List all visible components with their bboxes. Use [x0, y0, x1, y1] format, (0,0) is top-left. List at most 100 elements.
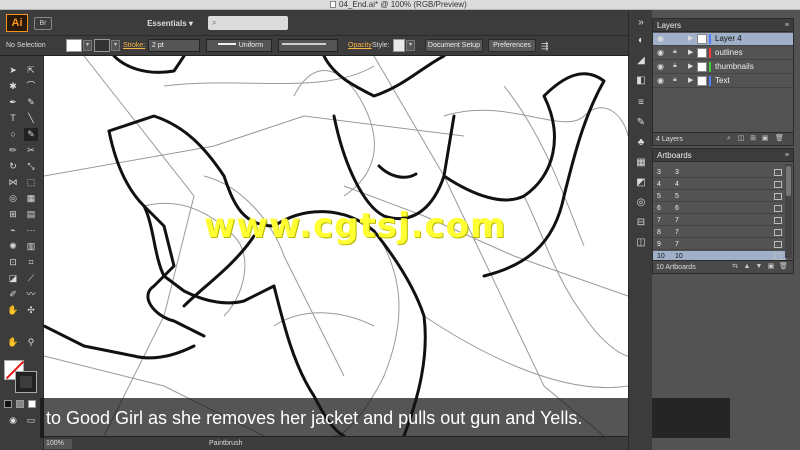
transparency-panel-icon[interactable]: ◧	[634, 74, 648, 87]
move-up-icon[interactable]: ▲	[743, 263, 751, 271]
artboard-options-icon[interactable]	[774, 217, 782, 224]
selection-tool-icon[interactable]: ➤	[6, 64, 20, 77]
expand-triangle-icon[interactable]: ▶	[688, 48, 693, 56]
artboard-row[interactable]: 55	[653, 191, 786, 202]
swatches-panel-icon[interactable]: ▦	[634, 156, 648, 169]
layer-row[interactable]: ◉ 🔒︎ ▶ Text	[653, 75, 793, 88]
new-layer-icon[interactable]: ▣	[761, 135, 769, 143]
expand-triangle-icon[interactable]: ▶	[688, 76, 693, 84]
column-graph-tool-icon[interactable]: ▥	[24, 240, 38, 253]
fill-dropdown[interactable]: ▾	[83, 40, 92, 51]
layer-row[interactable]: ◉ 🔒︎ ▶ thumbnails	[653, 61, 793, 74]
zoom-field[interactable]: 100%	[44, 439, 72, 449]
type-tool-icon[interactable]: T	[6, 112, 20, 125]
gradient-tool-icon[interactable]: ▤	[24, 208, 38, 221]
line-segment-tool-icon[interactable]: ╲	[24, 112, 38, 125]
panel-menu-icon[interactable]: ≡	[785, 21, 789, 30]
locate-object-icon[interactable]: ⌕	[725, 135, 733, 143]
bridge-button[interactable]: Br	[34, 17, 52, 30]
move-down-icon[interactable]: ▼	[755, 263, 763, 271]
artboards-scrollbar[interactable]	[785, 164, 792, 258]
zoom-tool-icon[interactable]: ⚲	[24, 336, 38, 349]
panel-collapse-icon[interactable]: »	[634, 16, 648, 29]
stroke-swatch[interactable]	[94, 39, 110, 52]
shape-builder-tool-icon[interactable]: ◎	[6, 192, 20, 205]
stroke-label[interactable]: Stroke:	[123, 41, 145, 51]
new-artboard-icon[interactable]: ▣	[767, 263, 775, 271]
direct-selection-tool-icon[interactable]: ⇱	[24, 64, 38, 77]
blob-brush-tool-icon[interactable]: ✐	[6, 288, 20, 301]
artboard-row[interactable]: 33	[653, 167, 786, 178]
paintbrush-tool-icon[interactable]: ✎	[24, 128, 38, 141]
none-mode-icon[interactable]	[28, 400, 36, 408]
gradient-mode-icon[interactable]	[16, 400, 24, 408]
lasso-tool-icon[interactable]: ⌒	[24, 80, 38, 93]
artboard-row[interactable]: 44	[653, 179, 786, 190]
new-sublayer-icon[interactable]: ⊞	[749, 135, 757, 143]
stroke-panel-icon[interactable]: ≡	[634, 96, 648, 109]
artboard-row[interactable]: 97	[653, 239, 786, 250]
knife-tool-icon[interactable]: ⟋	[24, 272, 38, 285]
artboard-row[interactable]: 66	[653, 203, 786, 214]
ellipse-tool-icon[interactable]: ○	[6, 128, 20, 141]
appearance-panel-icon[interactable]: ◎	[634, 196, 648, 209]
artboard-tool-icon[interactable]: ⊡	[6, 256, 20, 269]
stroke-color-icon[interactable]	[15, 371, 37, 393]
artboard-options-icon[interactable]	[774, 229, 782, 236]
symbol-sprayer-tool-icon[interactable]: ✺	[6, 240, 20, 253]
color-mode-icon[interactable]	[4, 400, 12, 408]
opacity-label[interactable]: Opacity	[348, 41, 372, 51]
layer-row[interactable]: ◉ 🔒︎ ▶ outlines	[653, 47, 793, 60]
screen-mode-icon[interactable]: ▭	[24, 414, 38, 427]
artboard-options-icon[interactable]	[774, 169, 782, 176]
smooth-tool-icon[interactable]: 〰	[24, 288, 38, 301]
gradient-panel-icon[interactable]: ◢	[634, 54, 648, 67]
expand-triangle-icon[interactable]: ▶	[688, 34, 693, 42]
workspace-switcher[interactable]: Essentials ▾	[135, 17, 205, 30]
hand-tool-icon[interactable]: ✋	[6, 336, 20, 349]
artboard-row[interactable]: 87	[653, 227, 786, 238]
artboards-panel-tab[interactable]: Artboards ≡	[653, 149, 793, 162]
artboard-options-icon[interactable]	[774, 193, 782, 200]
delete-layer-icon[interactable]: 🗑︎	[775, 135, 784, 143]
brushes-panel-icon[interactable]: ✎	[634, 116, 648, 129]
free-transform-tool-icon[interactable]: ⬚	[24, 176, 38, 189]
panel-menu-icon[interactable]: ≡	[785, 151, 789, 160]
blend-tool-icon[interactable]: ⋯	[24, 224, 38, 237]
scale-tool-icon[interactable]: ⤡	[24, 160, 38, 173]
brush-definition[interactable]	[278, 39, 338, 52]
width-tool-icon[interactable]: ⋈	[6, 176, 20, 189]
document-setup-button[interactable]: Document Setup	[425, 39, 483, 52]
graphic-style-swatch[interactable]	[393, 39, 405, 52]
artboard-options-icon[interactable]	[774, 205, 782, 212]
rearrange-artboards-icon[interactable]: ⇆	[731, 263, 739, 271]
fill-swatch[interactable]	[66, 39, 82, 52]
stroke-dropdown[interactable]: ▾	[111, 40, 120, 51]
puppet-warp-tool-icon[interactable]: ✋	[6, 304, 20, 317]
layers-panel-tab[interactable]: Layers ≡	[653, 19, 793, 32]
variable-width-profile[interactable]: Uniform	[206, 39, 272, 52]
perspective-grid-tool-icon[interactable]: ▦	[24, 192, 38, 205]
pencil-tool-icon[interactable]: ✏	[6, 144, 20, 157]
scrollbar-thumb[interactable]	[786, 166, 791, 196]
mesh-tool-icon[interactable]: ⊞	[6, 208, 20, 221]
layer-row[interactable]: ◉ ▶ Layer 4	[653, 33, 793, 46]
fill-stroke-widget[interactable]	[4, 360, 38, 394]
lock-icon[interactable]: 🔒︎	[673, 62, 677, 70]
artboard-row[interactable]: 77	[653, 215, 786, 226]
visibility-eye-icon[interactable]: ◉	[657, 34, 664, 43]
arrange-documents-icon[interactable]: ⇶	[541, 41, 549, 51]
expand-triangle-icon[interactable]: ▶	[688, 62, 693, 70]
slice-tool-icon[interactable]: ⌗	[24, 256, 38, 269]
scissors-tool-icon[interactable]: ✂	[24, 144, 38, 157]
align-panel-icon[interactable]: ⊟	[634, 216, 648, 229]
clipping-mask-icon[interactable]: ◫	[737, 135, 745, 143]
artboard-options-icon[interactable]	[774, 181, 782, 188]
artboard-options-icon[interactable]	[774, 241, 782, 248]
stroke-weight-field[interactable]: 2 pt	[148, 39, 200, 52]
lock-icon[interactable]: 🔒︎	[673, 76, 677, 84]
visibility-eye-icon[interactable]: ◉	[657, 76, 664, 85]
draw-normal-icon[interactable]: ◉	[6, 414, 20, 427]
magic-wand-tool-icon[interactable]: ✱	[6, 80, 20, 93]
preferences-button[interactable]: Preferences	[488, 39, 536, 52]
